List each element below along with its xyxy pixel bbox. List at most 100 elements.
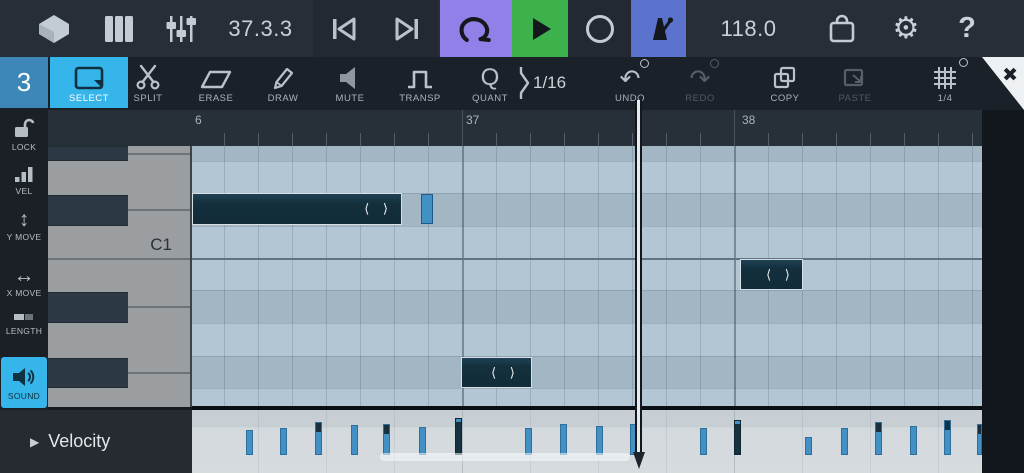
ruler-measure-label: 6 bbox=[195, 113, 202, 127]
velocity-bar[interactable] bbox=[525, 428, 532, 455]
sidebar-item-length[interactable]: LENGTH bbox=[0, 310, 48, 336]
tool-mute[interactable]: MUTE bbox=[318, 57, 382, 108]
metronome-button[interactable] bbox=[631, 0, 686, 57]
play-icon bbox=[526, 15, 554, 43]
quantize-value[interactable]: 1/16 bbox=[533, 57, 566, 108]
sidebar-item-y-move[interactable]: ↕ Y MOVE bbox=[0, 210, 48, 242]
keyboard-icon[interactable] bbox=[99, 0, 139, 57]
timeline-ruler[interactable]: 63738 bbox=[192, 110, 982, 146]
playhead[interactable] bbox=[635, 100, 642, 455]
copy-icon bbox=[772, 61, 798, 91]
velocity-bar[interactable] bbox=[351, 425, 358, 455]
velocity-bar[interactable] bbox=[315, 422, 322, 455]
tool-split[interactable]: SPLIT bbox=[116, 57, 180, 108]
grid-row-black-key[interactable] bbox=[192, 290, 982, 323]
grid-row-black-key[interactable] bbox=[192, 356, 982, 388]
mute-speaker-icon bbox=[337, 61, 363, 91]
ruler-tick bbox=[530, 133, 531, 146]
velocity-grid-line bbox=[802, 410, 803, 473]
velocity-panel[interactable]: ▶ Velocity bbox=[0, 410, 192, 473]
grid-row-line bbox=[192, 356, 982, 357]
velocity-bar[interactable] bbox=[944, 420, 951, 455]
velocity-lane[interactable] bbox=[192, 410, 982, 473]
transport-bar: 37.3.3 118.0 bbox=[0, 0, 1024, 58]
ruler-tick bbox=[904, 133, 905, 146]
help-button[interactable]: ? bbox=[947, 0, 987, 57]
forward-to-end-icon[interactable] bbox=[389, 0, 425, 57]
grid-row-white-key[interactable] bbox=[192, 323, 982, 356]
shop-bag-icon[interactable] bbox=[822, 0, 862, 57]
white-key-separator bbox=[48, 258, 192, 260]
grid-measure-line bbox=[734, 146, 736, 408]
undo-icon: ↶ bbox=[620, 61, 641, 91]
play-button[interactable] bbox=[512, 0, 568, 57]
tool-erase[interactable]: ERASE bbox=[184, 57, 248, 108]
velocity-bar[interactable] bbox=[596, 426, 603, 455]
velocity-bar[interactable] bbox=[246, 430, 253, 455]
velocity-bar[interactable] bbox=[560, 424, 567, 455]
ruler-tick bbox=[394, 133, 395, 146]
paste-button[interactable]: PASTE bbox=[823, 57, 887, 108]
grid-right-gap bbox=[982, 110, 1024, 473]
scissors-icon bbox=[133, 61, 163, 91]
velocity-bar[interactable] bbox=[383, 424, 390, 455]
black-key[interactable] bbox=[48, 358, 128, 388]
velocity-bar[interactable] bbox=[910, 426, 917, 455]
grid-resolution-button[interactable]: 1/4 bbox=[913, 57, 977, 108]
grid-beat-line bbox=[292, 146, 293, 408]
grid-row-white-key[interactable] bbox=[192, 226, 982, 258]
close-icon: ✖ bbox=[1002, 64, 1018, 87]
gear-icon[interactable]: ⚙ bbox=[886, 0, 926, 57]
horizontal-scrollbar[interactable] bbox=[380, 453, 630, 461]
grid-row-white-key[interactable] bbox=[192, 161, 982, 193]
sidebar-item-lock[interactable]: LOCK bbox=[0, 116, 48, 152]
midi-note-selected[interactable]: ⟨ ⟩ bbox=[740, 259, 803, 290]
midi-note[interactable] bbox=[421, 194, 433, 224]
black-key[interactable] bbox=[48, 292, 128, 323]
ruler-tick bbox=[802, 133, 803, 146]
velocity-bar[interactable] bbox=[419, 427, 426, 455]
playhead-handle[interactable] bbox=[633, 452, 645, 469]
black-key[interactable] bbox=[48, 146, 128, 161]
cycle-loop-button[interactable] bbox=[440, 0, 512, 57]
disclosure-triangle-icon[interactable]: ▶ bbox=[30, 435, 39, 449]
grid-row-black-key[interactable] bbox=[192, 146, 982, 161]
sidebar-item-x-move[interactable]: ↔ X MOVE bbox=[0, 266, 48, 298]
velocity-bar[interactable] bbox=[280, 428, 287, 455]
midi-note-selected[interactable]: ⟨ ⟩ bbox=[461, 357, 532, 388]
rewind-to-start-icon[interactable] bbox=[325, 0, 361, 57]
close-editor-button[interactable]: ✖ bbox=[982, 57, 1024, 110]
undo-button[interactable]: ↶ UNDO bbox=[598, 57, 662, 108]
note-resize-handles[interactable]: ⟨ ⟩ bbox=[364, 201, 393, 217]
velocity-bar[interactable] bbox=[875, 422, 882, 455]
sidebar-item-velocity[interactable]: VEL bbox=[0, 164, 48, 196]
velocity-grid-line bbox=[258, 410, 259, 473]
redo-button[interactable]: ↷ REDO bbox=[668, 57, 732, 108]
note-grid[interactable]: ⟨ ⟩ ⟨ ⟩ ⟨ ⟩ bbox=[192, 146, 982, 408]
edit-mode-sidebar: LOCK VEL ↕ Y MOVE ↔ X MOVE LENGTH SOUND bbox=[0, 110, 48, 410]
midi-note-selected[interactable]: ⟨ ⟩ bbox=[192, 193, 402, 225]
selection-count-badge[interactable]: 3 bbox=[0, 57, 48, 108]
piano-keyboard[interactable]: C1 bbox=[48, 146, 192, 408]
project-box-icon[interactable] bbox=[34, 0, 74, 57]
velocity-bar[interactable] bbox=[805, 437, 812, 455]
tempo-display[interactable]: 118.0 bbox=[706, 0, 791, 57]
tool-transpose[interactable]: TRANSP bbox=[388, 57, 452, 108]
copy-button[interactable]: COPY bbox=[753, 57, 817, 108]
black-key[interactable] bbox=[48, 195, 128, 226]
song-position-display[interactable]: 37.3.3 bbox=[218, 0, 303, 57]
sidebar-item-sound[interactable]: SOUND bbox=[1, 357, 47, 408]
note-resize-handles[interactable]: ⟨ ⟩ bbox=[766, 267, 795, 283]
velocity-bar[interactable] bbox=[841, 428, 848, 455]
velocity-bar[interactable] bbox=[700, 428, 707, 455]
mixer-icon[interactable] bbox=[161, 0, 201, 57]
grid-row-white-key[interactable] bbox=[192, 258, 982, 290]
grid-row-white-key[interactable] bbox=[192, 388, 982, 408]
tool-draw[interactable]: DRAW bbox=[251, 57, 315, 108]
velocity-bar[interactable] bbox=[734, 420, 741, 455]
velocity-grid-line bbox=[326, 410, 327, 473]
velocity-bar[interactable] bbox=[455, 418, 462, 455]
record-button[interactable] bbox=[568, 0, 631, 57]
note-resize-handles[interactable]: ⟨ ⟩ bbox=[491, 365, 520, 381]
ruler-tick bbox=[564, 133, 565, 146]
